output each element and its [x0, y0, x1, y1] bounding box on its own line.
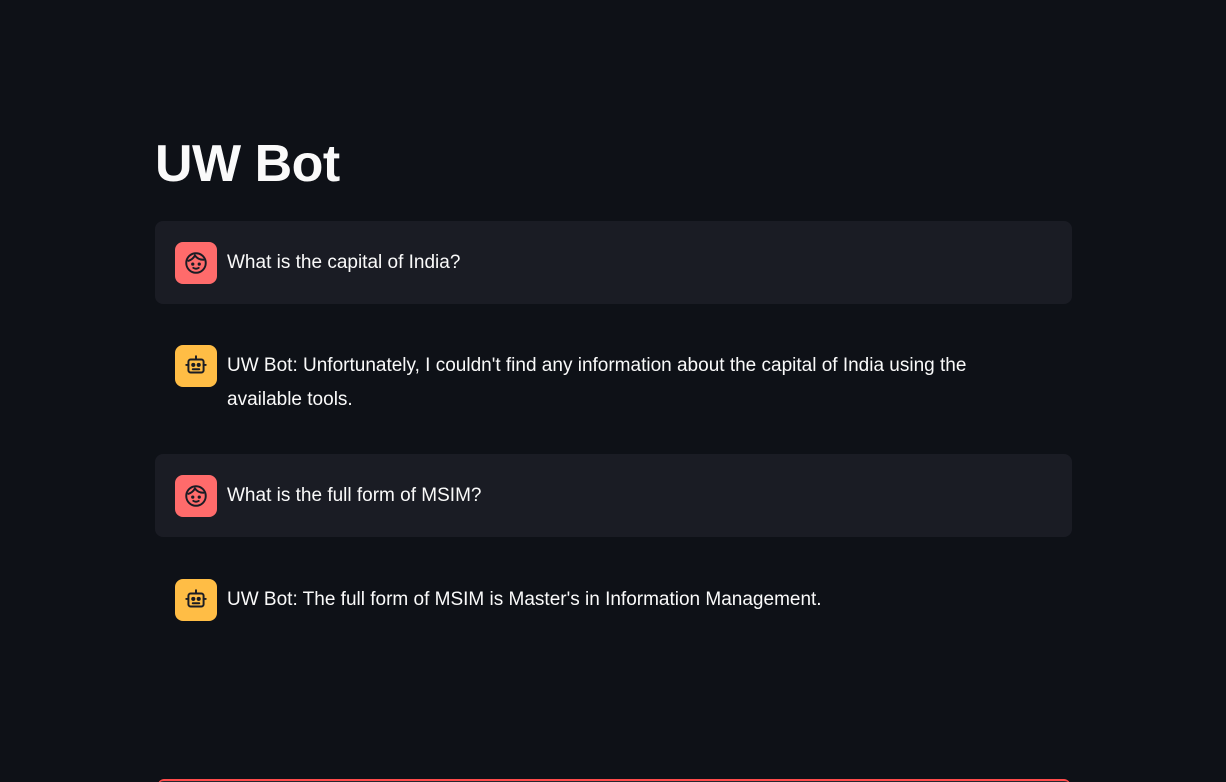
chat-message-user: What is the full form of MSIM? — [155, 454, 1072, 537]
user-avatar — [175, 474, 217, 517]
app-root: UW Bot What is the capital of India? UW … — [0, 0, 1226, 782]
chat-message-user: What is the capital of India? — [155, 221, 1072, 304]
robot-icon — [185, 355, 207, 374]
user-face-icon — [185, 484, 207, 507]
message-text: UW Bot: Unfortunately, I couldn't find a… — [227, 355, 967, 410]
user-face-icon — [185, 251, 207, 274]
bot-avatar — [175, 345, 217, 387]
chat-message-assistant: UW Bot: Unfortunately, I couldn't find a… — [155, 345, 1072, 417]
page-title: UW Bot — [155, 135, 340, 193]
message-text: What is the capital of India? — [227, 251, 461, 273]
chat-message-assistant: UW Bot: The full form of MSIM is Master'… — [155, 579, 1072, 621]
bot-avatar — [175, 579, 217, 621]
user-avatar — [175, 241, 217, 284]
message-text: UW Bot: The full form of MSIM is Master'… — [227, 589, 822, 610]
robot-icon — [185, 589, 207, 608]
message-text: What is the full form of MSIM? — [227, 484, 482, 506]
